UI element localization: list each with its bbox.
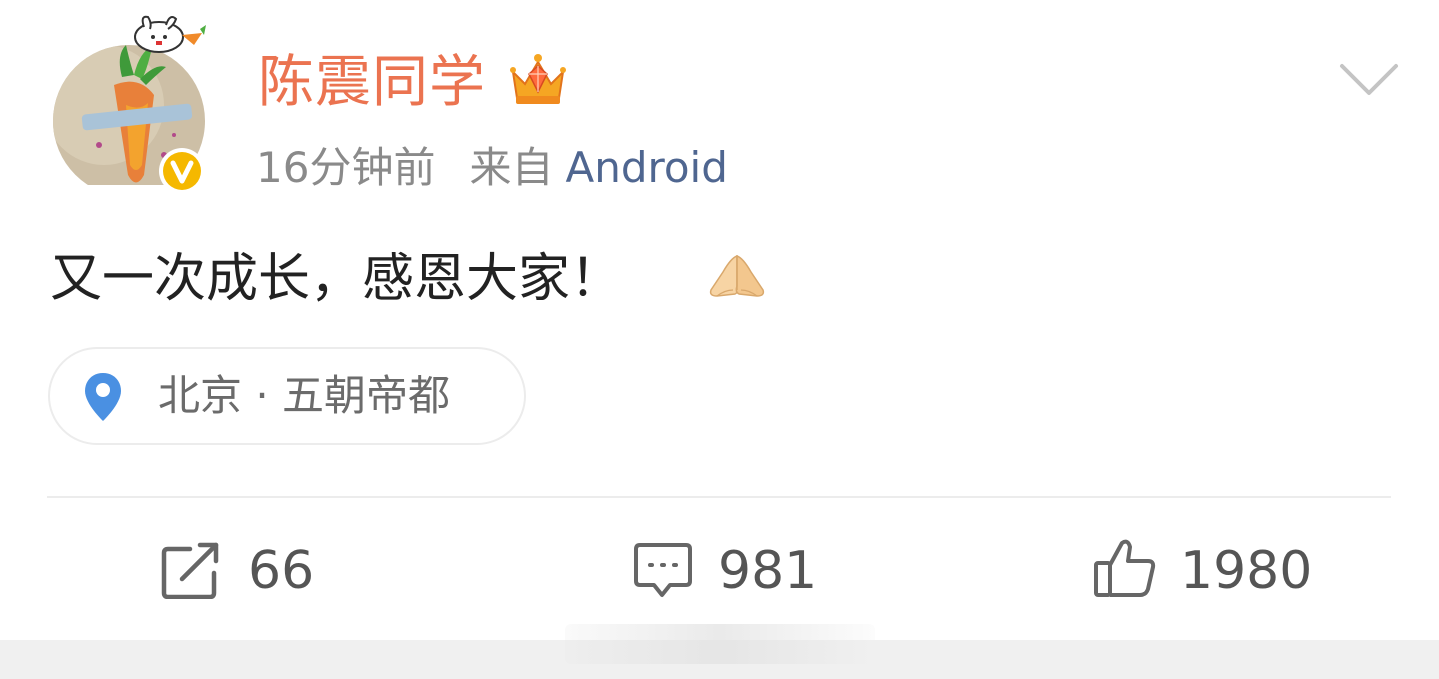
verified-v-badge-icon — [159, 148, 205, 194]
comment-button[interactable]: 981 — [630, 535, 850, 607]
weibo-post-card: 陈震同学 16分钟前 来自 Android 又一次成长，感恩大家！ 北京 · 五朝帝… — [0, 0, 1439, 640]
location-pin-icon — [85, 373, 121, 421]
repost-count: 66 — [248, 541, 315, 601]
like-count: 1980 — [1180, 541, 1313, 601]
post-meta: 16分钟前 来自 Android — [256, 140, 728, 196]
post-text: 又一次成长，感恩大家！ — [50, 249, 623, 309]
comment-icon — [634, 543, 692, 597]
comment-count: 981 — [718, 541, 818, 601]
location-text: 北京 · 五朝帝都 — [158, 371, 451, 420]
bottom-feed-gap — [0, 624, 1439, 679]
repost-icon — [161, 542, 219, 599]
location-tag[interactable]: 北京 · 五朝帝都 — [48, 347, 526, 445]
divider — [47, 496, 1391, 498]
chevron-down-icon[interactable] — [1338, 62, 1400, 98]
blurred-region — [565, 624, 875, 664]
like-button[interactable]: 1980 — [1090, 535, 1350, 607]
folded-hands-icon — [709, 254, 765, 297]
crown-icon — [510, 54, 566, 104]
repost-button[interactable]: 66 — [160, 535, 360, 607]
username[interactable]: 陈震同学 — [258, 50, 486, 116]
post-time: 16分钟前 — [256, 143, 436, 192]
source-label: 来自 — [469, 143, 554, 192]
source-link[interactable]: Android — [565, 143, 727, 192]
thumbs-up-icon — [1094, 539, 1156, 597]
